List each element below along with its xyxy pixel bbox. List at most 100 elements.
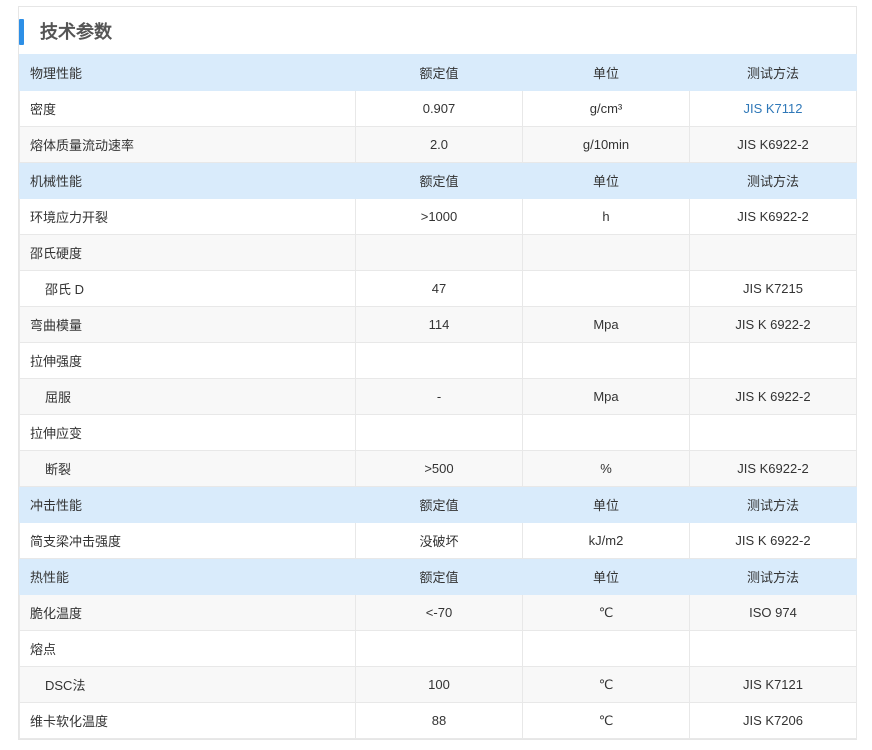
rated-value-cell: 0.907 xyxy=(355,90,523,127)
table-row: 邵氏 D 47 JIS K7215 xyxy=(19,270,857,307)
param-name-cell: 弯曲模量 xyxy=(19,306,356,343)
table-row: 熔体质量流动速率 2.0 g/10min JIS K6922-2 xyxy=(19,126,857,163)
rated-value-cell: >500 xyxy=(355,450,523,487)
section-rated-value-cell: 额定值 xyxy=(355,54,523,91)
unit-cell: Mpa xyxy=(522,306,690,343)
unit-cell: h xyxy=(522,198,690,235)
test-method-link[interactable]: JIS K7112 xyxy=(743,101,802,116)
section-unit-cell: 单位 xyxy=(522,54,690,91)
param-name-cell: 密度 xyxy=(19,90,356,127)
section-rated-value-cell: 额定值 xyxy=(355,162,523,199)
param-name-cell: 邵氏硬度 xyxy=(19,234,356,271)
section-param-name-cell: 机械性能 xyxy=(19,162,356,199)
table-row: 邵氏硬度 xyxy=(19,234,857,271)
section-param-name-cell: 冲击性能 xyxy=(19,486,356,523)
test-method-cell: JIS K 6922-2 xyxy=(689,378,857,415)
table-row: 拉伸强度 xyxy=(19,342,857,379)
unit-cell: ℃ xyxy=(522,702,690,739)
panel-header: 技术参数 xyxy=(19,7,856,54)
test-method-cell xyxy=(689,342,857,379)
table-row: 屈服 - Mpa JIS K 6922-2 xyxy=(19,378,857,415)
unit-cell xyxy=(522,270,690,307)
param-name-cell: 简支梁冲击强度 xyxy=(19,522,356,559)
test-method-cell: JIS K6922-2 xyxy=(689,450,857,487)
rated-value-cell: 47 xyxy=(355,270,523,307)
table-row: 拉伸应变 xyxy=(19,414,857,451)
rated-value-cell xyxy=(355,630,523,667)
test-method-cell: JIS K6922-2 xyxy=(689,126,857,163)
test-method-cell: JIS K7121 xyxy=(689,666,857,703)
spec-table-body: 物理性能 额定值 单位 测试方法 密度 0.907 g/cm³ JIS K7112 熔体质量流动… xyxy=(19,54,857,739)
panel-title: 技术参数 xyxy=(40,21,112,42)
section-test-method-cell: 测试方法 xyxy=(689,486,857,523)
section-header-row: 物理性能 额定值 单位 测试方法 xyxy=(19,54,857,91)
test-method-cell xyxy=(689,414,857,451)
test-method-cell: JIS K 6922-2 xyxy=(689,522,857,559)
test-method-cell: JIS K6922-2 xyxy=(689,198,857,235)
section-unit-cell: 单位 xyxy=(522,486,690,523)
table-row: 环境应力开裂 >1000 h JIS K6922-2 xyxy=(19,198,857,235)
rated-value-cell: 100 xyxy=(355,666,523,703)
section-param-name-cell: 物理性能 xyxy=(19,54,356,91)
section-test-method-cell: 测试方法 xyxy=(689,54,857,91)
rated-value-cell: >1000 xyxy=(355,198,523,235)
unit-cell: kJ/m2 xyxy=(522,522,690,559)
table-row: 断裂 >500% JIS K6922-2 xyxy=(19,450,857,487)
table-row: 简支梁冲击强度 没破坏 kJ/m2 JIS K 6922-2 xyxy=(19,522,857,559)
rated-value-cell xyxy=(355,414,523,451)
rated-value-cell xyxy=(355,234,523,271)
test-method-cell: ISO 974 xyxy=(689,594,857,631)
table-row: 维卡软化温度 88 ℃ JIS K7206 xyxy=(19,702,857,739)
rated-value-cell: 88 xyxy=(355,702,523,739)
param-name-cell: 断裂 xyxy=(19,450,356,487)
unit-cell: g/10min xyxy=(522,126,690,163)
spec-table: 物理性能 额定值 单位 测试方法 密度 0.907 g/cm³ JIS K7112 熔体质量流动… xyxy=(19,54,857,739)
param-name-cell: 拉伸强度 xyxy=(19,342,356,379)
param-name-cell: 熔体质量流动速率 xyxy=(19,126,356,163)
param-name-cell: 邵氏 D xyxy=(19,270,356,307)
param-name-cell: 屈服 xyxy=(19,378,356,415)
section-header-row: 冲击性能 额定值 单位 测试方法 xyxy=(19,486,857,523)
section-unit-cell: 单位 xyxy=(522,558,690,595)
unit-cell: g/cm³ xyxy=(522,90,690,127)
param-name-cell: 环境应力开裂 xyxy=(19,198,356,235)
param-name-cell: 熔点 xyxy=(19,630,356,667)
unit-cell: ℃ xyxy=(522,666,690,703)
unit-cell: ℃ xyxy=(522,594,690,631)
unit-cell xyxy=(522,342,690,379)
test-method-cell: JIS K7215 xyxy=(689,270,857,307)
rated-value-cell: 114 xyxy=(355,306,523,343)
param-name-cell: 拉伸应变 xyxy=(19,414,356,451)
rated-value-cell: 没破坏 xyxy=(355,522,523,559)
unit-cell: % xyxy=(522,450,690,487)
test-method-cell xyxy=(689,234,857,271)
rated-value-cell: 2.0 xyxy=(355,126,523,163)
section-unit-cell: 单位 xyxy=(522,162,690,199)
section-param-name-cell: 热性能 xyxy=(19,558,356,595)
tech-params-panel: 技术参数 物理性能 额定值 单位 测试方法 密度 0.907 g/cm³ JIS K7112 熔… xyxy=(18,6,857,740)
test-method-cell: JIS K 6922-2 xyxy=(689,306,857,343)
table-row: 熔点 xyxy=(19,630,857,667)
section-test-method-cell: 测试方法 xyxy=(689,162,857,199)
test-method-cell xyxy=(689,630,857,667)
rated-value-cell xyxy=(355,342,523,379)
section-test-method-cell: 测试方法 xyxy=(689,558,857,595)
test-method-cell: JIS K7112 xyxy=(689,90,857,127)
unit-cell: Mpa xyxy=(522,378,690,415)
unit-cell xyxy=(522,234,690,271)
unit-cell xyxy=(522,630,690,667)
test-method-cell: JIS K7206 xyxy=(689,702,857,739)
table-row: 脆化温度 <-70 ℃ ISO 974 xyxy=(19,594,857,631)
section-header-row: 热性能 额定值 单位 测试方法 xyxy=(19,558,857,595)
accent-bar xyxy=(19,19,24,45)
param-name-cell: 维卡软化温度 xyxy=(19,702,356,739)
section-rated-value-cell: 额定值 xyxy=(355,486,523,523)
table-row: 密度 0.907 g/cm³ JIS K7112 xyxy=(19,90,857,127)
rated-value-cell: - xyxy=(355,378,523,415)
unit-cell xyxy=(522,414,690,451)
table-row: 弯曲模量 114 Mpa JIS K 6922-2 xyxy=(19,306,857,343)
section-header-row: 机械性能 额定值 单位 测试方法 xyxy=(19,162,857,199)
section-rated-value-cell: 额定值 xyxy=(355,558,523,595)
table-row: DSC法 100 ℃ JIS K7121 xyxy=(19,666,857,703)
rated-value-cell: <-70 xyxy=(355,594,523,631)
